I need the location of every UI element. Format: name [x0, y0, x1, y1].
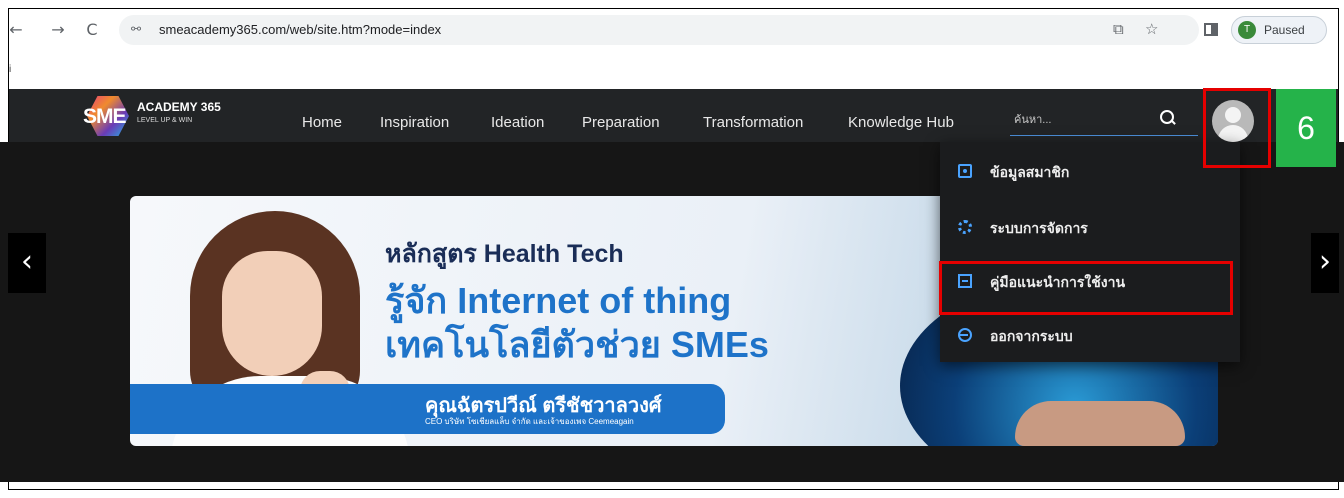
banner-subheadline: เทคโนโลยีตัวช่วย SMEs	[385, 324, 769, 365]
back-button[interactable]: ←	[9, 19, 27, 41]
url-text[interactable]: smeacademy365.com/web/site.htm?mode=inde…	[159, 22, 441, 37]
speaker-face	[222, 251, 322, 376]
carousel-next-button[interactable]: ›	[1311, 233, 1339, 293]
site-info-icon[interactable]: ⚯	[131, 22, 141, 36]
reload-button[interactable]: C	[81, 19, 103, 41]
speaker-name-pill: คุณฉัตรปวีณ์ ตรีชัชวาลวงศ์ CEO บริษัท โซ…	[130, 384, 725, 434]
nav-inspiration[interactable]: Inspiration	[380, 114, 449, 131]
stray-glyph: i	[9, 64, 12, 75]
logo-text: SME	[83, 105, 127, 128]
nav-home[interactable]: Home	[302, 114, 342, 131]
gear-icon	[958, 220, 972, 234]
step-number-badge: 6	[1276, 89, 1336, 167]
site-logo[interactable]: SME	[83, 96, 135, 136]
menu-item-logout[interactable]: ออกจากระบบ	[940, 308, 1240, 362]
address-bar[interactable]: ⚯ smeacademy365.com/web/site.htm?mode=in…	[119, 15, 1199, 45]
manual-highlight-box	[939, 261, 1233, 315]
search-icon[interactable]	[1160, 110, 1176, 126]
search-input[interactable]	[1014, 110, 1154, 130]
translate-icon[interactable]: ⧉	[1113, 20, 1124, 38]
logout-icon	[958, 328, 972, 342]
member-card-icon	[958, 164, 972, 178]
user-dropdown-menu: ข้อมูลสมาชิก ระบบการจัดการ คู่มือแนะนำกา…	[940, 142, 1240, 362]
profile-button[interactable]: T Paused	[1231, 16, 1327, 44]
profile-avatar: T	[1238, 21, 1256, 39]
browser-toolbar: ← → C ⚯ smeacademy365.com/web/site.htm?m…	[9, 9, 1338, 55]
profile-status: Paused	[1264, 23, 1305, 37]
menu-item-label: ระบบการจัดการ	[990, 220, 1088, 236]
bookmark-star-icon[interactable]: ☆	[1145, 20, 1158, 38]
menu-item-label: ออกจากระบบ	[990, 328, 1073, 344]
browser-menu-icon[interactable]: ⋮	[1333, 17, 1338, 36]
nav-ideation[interactable]: Ideation	[491, 114, 544, 131]
side-panel-icon[interactable]	[1204, 23, 1218, 36]
banner-course-title: หลักสูตร Health Tech	[385, 240, 624, 268]
search-box	[1010, 106, 1198, 136]
menu-item-member-info[interactable]: ข้อมูลสมาชิก	[940, 144, 1240, 198]
nav-knowledge-hub[interactable]: Knowledge Hub	[848, 114, 954, 131]
menu-item-management[interactable]: ระบบการจัดการ	[940, 200, 1240, 254]
brand-name: ACADEMY 365	[137, 100, 221, 114]
nav-preparation[interactable]: Preparation	[582, 114, 660, 131]
carousel-prev-button[interactable]: ‹	[8, 233, 46, 293]
avatar-highlight-box	[1203, 88, 1271, 168]
menu-item-label: ข้อมูลสมาชิก	[990, 164, 1070, 180]
brand-tagline: LEVEL UP & WIN	[137, 117, 193, 124]
nav-transformation[interactable]: Transformation	[703, 114, 803, 131]
speaker-role: CEO บริษัท โซเชียลแล็บ จำกัด และเจ้าของเ…	[425, 417, 634, 426]
tech-hand-image	[1015, 401, 1185, 446]
forward-button[interactable]: →	[47, 19, 69, 41]
